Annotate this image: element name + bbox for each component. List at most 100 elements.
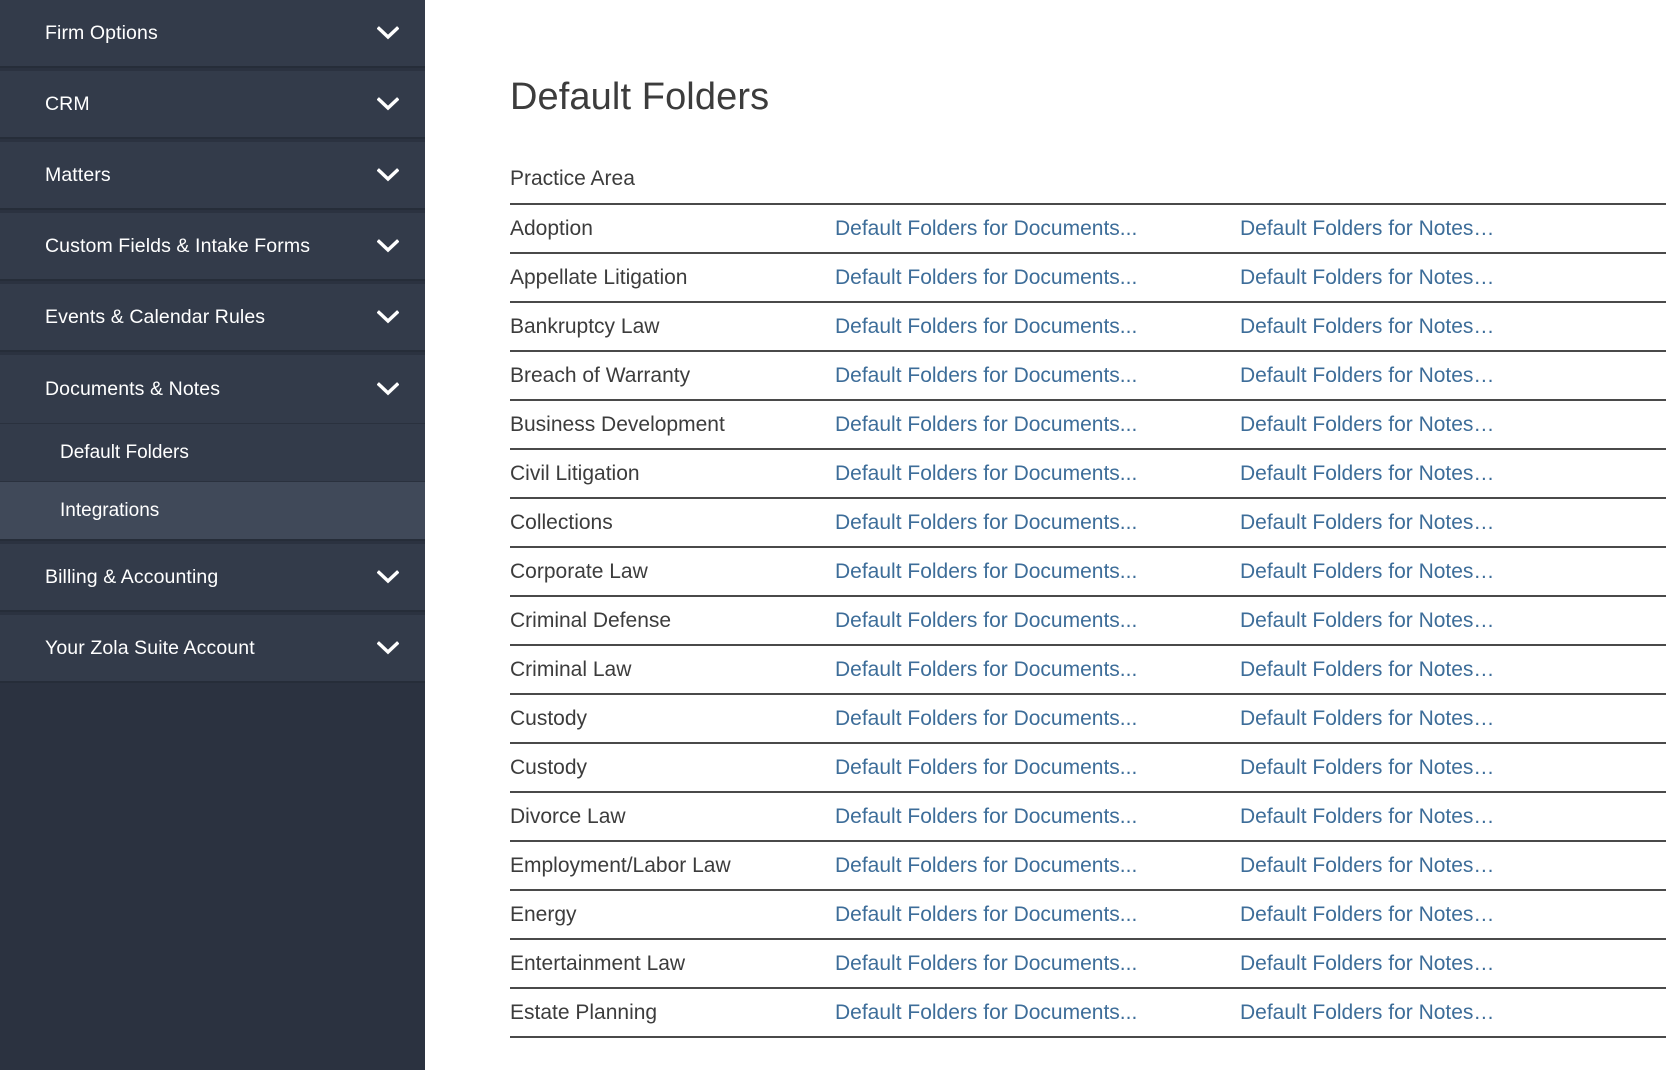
chevron-down-icon[interactable] [377, 26, 399, 40]
sidebar-item-label: Your Zola Suite Account [45, 636, 255, 659]
sidebar-item-crm[interactable]: CRM [0, 71, 425, 139]
practice-area-cell: Civil Litigation [510, 449, 835, 499]
notes-folders-cell: Default Folders for Notes… [1240, 498, 1666, 548]
notes-folders-cell: Default Folders for Notes… [1240, 645, 1666, 695]
default-folders-notes-link[interactable]: Default Folders for Notes… [1240, 854, 1494, 877]
notes-folders-cell: Default Folders for Notes… [1240, 400, 1666, 450]
default-folders-documents-link[interactable]: Default Folders for Documents... [835, 707, 1137, 730]
documents-folders-cell: Default Folders for Documents... [835, 449, 1240, 499]
default-folders-documents-link[interactable]: Default Folders for Documents... [835, 1001, 1137, 1024]
practice-area-cell: Divorce Law [510, 792, 835, 842]
chevron-down-icon[interactable] [377, 97, 399, 111]
chevron-down-icon[interactable] [377, 382, 399, 396]
default-folders-notes-link[interactable]: Default Folders for Notes… [1240, 952, 1494, 975]
chevron-down-icon[interactable] [377, 168, 399, 182]
default-folders-documents-link[interactable]: Default Folders for Documents... [835, 609, 1137, 632]
sidebar-nav-list: Firm Options CRM Matters Custom Fields & In… [0, 0, 425, 686]
sidebar-empty-space [0, 686, 425, 1070]
documents-folders-cell: Default Folders for Documents... [835, 939, 1240, 989]
chevron-down-icon[interactable] [377, 570, 399, 584]
practice-area-cell: Collections [510, 498, 835, 548]
sidebar-subitem-default-folders[interactable]: Default Folders [0, 423, 425, 481]
default-folders-notes-link[interactable]: Default Folders for Notes… [1240, 560, 1494, 583]
table-row: Civil Litigation Default Folders for Docu… [510, 449, 1666, 499]
default-folders-documents-link[interactable]: Default Folders for Documents... [835, 805, 1137, 828]
default-folders-documents-link[interactable]: Default Folders for Documents... [835, 511, 1137, 534]
default-folders-notes-link[interactable]: Default Folders for Notes… [1240, 217, 1494, 240]
practice-area-cell: Entertainment Law [510, 939, 835, 989]
sidebar-item-label: Firm Options [45, 21, 158, 44]
default-folders-notes-link[interactable]: Default Folders for Notes… [1240, 903, 1494, 926]
default-folders-notes-link[interactable]: Default Folders for Notes… [1240, 756, 1494, 779]
default-folders-notes-link[interactable]: Default Folders for Notes… [1240, 707, 1494, 730]
documents-folders-cell: Default Folders for Documents... [835, 351, 1240, 401]
default-folders-notes-link[interactable]: Default Folders for Notes… [1240, 266, 1494, 289]
documents-folders-cell: Default Folders for Documents... [835, 841, 1240, 891]
practice-area-cell: Criminal Law [510, 645, 835, 695]
sidebar-item-firm-options[interactable]: Firm Options [0, 0, 425, 68]
table-row: Corporate Law Default Folders for Documen… [510, 547, 1666, 597]
default-folders-documents-link[interactable]: Default Folders for Documents... [835, 952, 1137, 975]
app-root: Firm Options CRM Matters Custom Fields & In… [0, 0, 1666, 1070]
sidebar-subitem-label: Default Folders [60, 441, 189, 463]
table-row: Energy Default Folders for Documents... De… [510, 890, 1666, 940]
table-row: Appellate Litigation Default Folders for … [510, 253, 1666, 303]
practice-area-cell: Corporate Law [510, 547, 835, 597]
default-folders-documents-link[interactable]: Default Folders for Documents... [835, 462, 1137, 485]
chevron-down-icon[interactable] [377, 239, 399, 253]
default-folders-notes-link[interactable]: Default Folders for Notes… [1240, 658, 1494, 681]
sidebar-item-matters[interactable]: Matters [0, 142, 425, 210]
documents-folders-cell: Default Folders for Documents... [835, 400, 1240, 450]
practice-area-cell: Bankruptcy Law [510, 302, 835, 352]
notes-folders-cell: Default Folders for Notes… [1240, 988, 1666, 1038]
default-folders-notes-link[interactable]: Default Folders for Notes… [1240, 805, 1494, 828]
sidebar-item-events-calendar-rules[interactable]: Events & Calendar Rules [0, 284, 425, 352]
default-folders-notes-link[interactable]: Default Folders for Notes… [1240, 1001, 1494, 1024]
table-row: Adoption Default Folders for Documents...… [510, 204, 1666, 254]
documents-folders-cell: Default Folders for Documents... [835, 743, 1240, 793]
default-folders-documents-link[interactable]: Default Folders for Documents... [835, 413, 1137, 436]
documents-folders-cell: Default Folders for Documents... [835, 498, 1240, 548]
default-folders-notes-link[interactable]: Default Folders for Notes… [1240, 413, 1494, 436]
notes-folders-cell: Default Folders for Notes… [1240, 841, 1666, 891]
practice-area-cell: Adoption [510, 204, 835, 254]
default-folders-documents-link[interactable]: Default Folders for Documents... [835, 364, 1137, 387]
settings-sidebar: Firm Options CRM Matters Custom Fields & In… [0, 0, 425, 1070]
practice-area-cell: Employment/Labor Law [510, 841, 835, 891]
default-folders-documents-link[interactable]: Default Folders for Documents... [835, 560, 1137, 583]
notes-folders-cell: Default Folders for Notes… [1240, 694, 1666, 744]
documents-folders-cell: Default Folders for Documents... [835, 792, 1240, 842]
default-folders-documents-link[interactable]: Default Folders for Documents... [835, 903, 1137, 926]
default-folders-documents-link[interactable]: Default Folders for Documents... [835, 315, 1137, 338]
sidebar-subitem-integrations[interactable]: Integrations [0, 481, 425, 539]
default-folders-documents-link[interactable]: Default Folders for Documents... [835, 854, 1137, 877]
notes-folders-cell: Default Folders for Notes… [1240, 939, 1666, 989]
default-folders-notes-link[interactable]: Default Folders for Notes… [1240, 315, 1494, 338]
default-folders-notes-link[interactable]: Default Folders for Notes… [1240, 364, 1494, 387]
default-folders-notes-link[interactable]: Default Folders for Notes… [1240, 462, 1494, 485]
default-folders-documents-link[interactable]: Default Folders for Documents... [835, 266, 1137, 289]
practice-area-cell: Breach of Warranty [510, 351, 835, 401]
table-head: Practice Area [510, 167, 1666, 205]
sidebar-item-documents-notes[interactable]: Documents & Notes [0, 355, 425, 423]
main-content: Default Folders Practice Area Adoption De… [425, 0, 1666, 1070]
table-row: Employment/Labor Law Default Folders for … [510, 841, 1666, 891]
notes-folders-cell: Default Folders for Notes… [1240, 351, 1666, 401]
default-folders-documents-link[interactable]: Default Folders for Documents... [835, 756, 1137, 779]
sidebar-item-billing-accounting[interactable]: Billing & Accounting [0, 544, 425, 612]
chevron-down-icon[interactable] [377, 310, 399, 324]
chevron-down-icon[interactable] [377, 641, 399, 655]
default-folders-documents-link[interactable]: Default Folders for Documents... [835, 658, 1137, 681]
default-folders-documents-link[interactable]: Default Folders for Documents... [835, 217, 1137, 240]
table-row: Divorce Law Default Folders for Documents… [510, 792, 1666, 842]
sidebar-item-custom-fields-intake-forms[interactable]: Custom Fields & Intake Forms [0, 213, 425, 281]
documents-folders-cell: Default Folders for Documents... [835, 253, 1240, 303]
practice-area-cell: Custody [510, 694, 835, 744]
default-folders-notes-link[interactable]: Default Folders for Notes… [1240, 511, 1494, 534]
sidebar-item-your-zola-suite-account[interactable]: Your Zola Suite Account [0, 615, 425, 683]
default-folders-notes-link[interactable]: Default Folders for Notes… [1240, 609, 1494, 632]
table-row: Custody Default Folders for Documents... D… [510, 743, 1666, 793]
table-header-row: Practice Area [510, 167, 1666, 205]
documents-folders-cell: Default Folders for Documents... [835, 302, 1240, 352]
table-row: Entertainment Law Default Folders for Doc… [510, 939, 1666, 989]
